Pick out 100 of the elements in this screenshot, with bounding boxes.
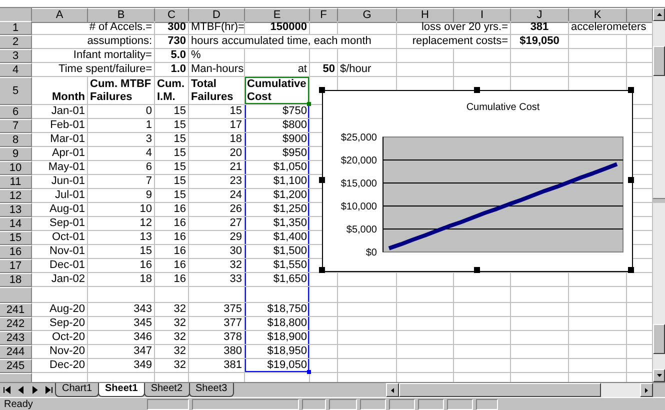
resize-handle[interactable] [319, 177, 325, 183]
row-header[interactable] [0, 287, 32, 303]
table-cell [569, 317, 627, 331]
row-header[interactable]: 10 [0, 161, 32, 175]
table-cell [310, 287, 338, 303]
table-cell: at [245, 63, 310, 77]
row-header[interactable]: 3 [0, 49, 32, 63]
scrollbar-thumb[interactable] [399, 383, 601, 397]
scrollbar-thumb[interactable] [653, 46, 665, 76]
row-header[interactable]: 15 [0, 231, 32, 245]
split-bar[interactable] [653, 198, 665, 202]
table-cell [397, 49, 454, 63]
row-header[interactable]: 244 [0, 345, 32, 359]
table-cell: 16 [155, 245, 189, 259]
table-cell: 15 [155, 189, 189, 203]
table-cell [511, 273, 569, 287]
table-cell: $/hour [338, 63, 397, 77]
row-header[interactable]: 16 [0, 245, 32, 259]
resize-handle[interactable] [474, 267, 480, 273]
table-cell [511, 317, 569, 331]
column-header[interactable]: D [189, 8, 245, 23]
table-cell: 27 [189, 217, 245, 231]
row-header[interactable]: 241 [0, 303, 32, 317]
column-header[interactable]: B [88, 8, 155, 23]
sheet-tab[interactable]: Sheet1 [98, 383, 145, 397]
table-cell: 32 [155, 303, 189, 317]
table-cell [569, 273, 627, 287]
column-header[interactable]: C [155, 8, 189, 23]
row-header[interactable]: 8 [0, 133, 32, 147]
column-header[interactable]: E [245, 8, 310, 23]
resize-handle[interactable] [474, 87, 480, 93]
resize-handle[interactable] [628, 267, 634, 273]
table-cell: $1,500 [245, 245, 310, 259]
resize-handle[interactable] [319, 87, 325, 93]
triangle-right-icon [645, 388, 648, 392]
table-cell: $1,400 [245, 231, 310, 245]
fill-handle[interactable] [307, 370, 311, 374]
table-cell: 381 [189, 359, 245, 373]
table-cell: 15 [88, 245, 155, 259]
row-header[interactable]: 2 [0, 35, 32, 49]
table-cell [338, 359, 397, 373]
scrollbar-thumb[interactable] [653, 324, 665, 354]
column-header[interactable]: G [338, 8, 397, 23]
column-header[interactable]: H [397, 8, 454, 23]
row-header[interactable]: 9 [0, 147, 32, 161]
column-header[interactable]: K [569, 8, 627, 23]
row-header[interactable]: 6 [0, 105, 32, 119]
triangle-left-icon [17, 386, 25, 394]
table-cell: 20 [189, 147, 245, 161]
table-cell [338, 49, 397, 63]
row-header[interactable]: 1 [0, 21, 32, 35]
table-cell [338, 331, 397, 345]
table-cell: 16 [155, 259, 189, 273]
row-header[interactable]: 7 [0, 119, 32, 133]
column-header[interactable]: F [310, 8, 338, 23]
column-header[interactable]: I [454, 8, 511, 23]
table-cell: $900 [245, 133, 310, 147]
row-header[interactable]: 4 [0, 63, 32, 77]
table-cell [454, 49, 511, 63]
sheet-tab[interactable]: Sheet3 [188, 383, 234, 397]
resize-handle[interactable] [319, 267, 325, 273]
table-cell: MTBF(hr)= [189, 21, 245, 35]
table-cell: 377 [189, 317, 245, 331]
row-header[interactable]: 17 [0, 259, 32, 273]
row-header[interactable]: 245 [0, 359, 32, 373]
last-sheet-icon [45, 386, 53, 394]
table-cell: Jul-01 [32, 189, 88, 203]
resize-handle[interactable] [628, 177, 634, 183]
column-header[interactable]: A [32, 8, 88, 23]
row-header[interactable]: 243 [0, 331, 32, 345]
table-cell: $800 [245, 119, 310, 133]
column-header[interactable] [627, 8, 653, 23]
table-cell: Nov-20 [32, 345, 88, 359]
table-cell [454, 287, 511, 303]
scroll-left-button[interactable] [386, 383, 399, 397]
row-header[interactable]: 12 [0, 189, 32, 203]
table-cell: replacement costs= [397, 35, 511, 49]
table-cell [569, 35, 627, 49]
sheet-tab[interactable]: Sheet2 [144, 383, 190, 397]
row-header[interactable]: 5 [0, 77, 32, 105]
scroll-up-button[interactable] [653, 8, 665, 21]
row-header[interactable]: 14 [0, 217, 32, 231]
row-header[interactable]: 18 [0, 273, 32, 287]
scroll-down-button[interactable] [653, 369, 665, 382]
resize-handle[interactable] [628, 87, 634, 93]
line-chart[interactable]: Cumulative Cost $0 $5,000 $10,000 $15,000 $20,000 $25,000 [322, 90, 633, 272]
table-cell: Mar-01 [32, 133, 88, 147]
table-cell: $1,050 [245, 161, 310, 175]
table-cell [310, 49, 338, 63]
scroll-right-button[interactable] [640, 383, 653, 397]
sheet-tab[interactable]: Chart1 [55, 383, 100, 397]
table-cell: Nov-01 [32, 245, 88, 259]
column-header[interactable]: J [511, 8, 569, 23]
row-header[interactable]: 13 [0, 203, 32, 217]
row-header[interactable]: 11 [0, 175, 32, 189]
table-cell [397, 345, 454, 359]
table-cell: 16 [155, 203, 189, 217]
table-cell: 13 [88, 231, 155, 245]
table-cell: 17 [189, 119, 245, 133]
row-header[interactable]: 242 [0, 317, 32, 331]
